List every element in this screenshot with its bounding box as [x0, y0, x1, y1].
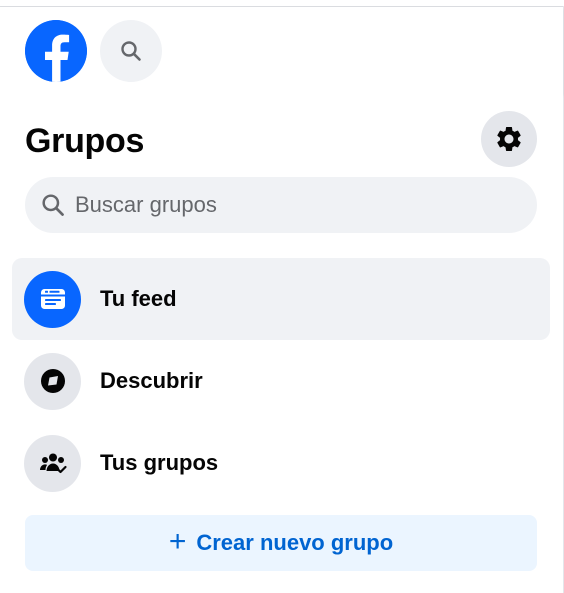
search-icon: [121, 41, 141, 61]
facebook-logo-icon[interactable]: [25, 20, 87, 82]
gear-icon: [497, 127, 521, 151]
compass-icon: [24, 352, 81, 410]
groups-panel: Grupos Tu feed: [0, 94, 563, 593]
create-group-label: Crear nuevo grupo: [196, 530, 394, 555]
nav-item-tu-feed[interactable]: Tu feed: [12, 258, 550, 340]
create-group-button[interactable]: + Crear nuevo grupo: [25, 515, 537, 571]
groups-icon: [24, 434, 81, 492]
search-groups-field[interactable]: [25, 177, 537, 233]
top-bar: [0, 7, 563, 94]
header-search-button[interactable]: [100, 20, 162, 82]
search-groups-input[interactable]: [75, 192, 505, 218]
nav-item-tus-grupos[interactable]: Tus grupos: [12, 422, 550, 504]
plus-icon: +: [168, 524, 187, 558]
nav-label: Tu feed: [100, 286, 177, 311]
feed-icon: [24, 270, 81, 328]
settings-button[interactable]: [481, 111, 537, 167]
nav-item-descubrir[interactable]: Descubrir: [12, 340, 550, 422]
nav-label: Descubrir: [100, 368, 203, 393]
search-icon: [40, 192, 66, 218]
nav-label: Tus grupos: [100, 450, 219, 475]
page-title: Grupos: [25, 122, 145, 160]
